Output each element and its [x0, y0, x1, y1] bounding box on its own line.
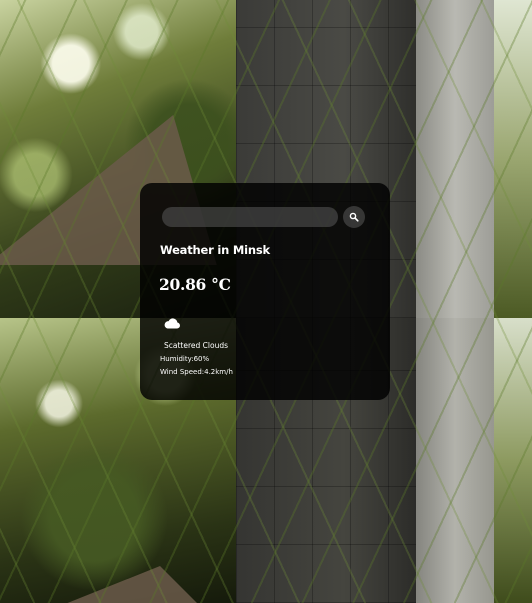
- search-input[interactable]: [162, 207, 338, 227]
- weather-description: Scattered Clouds: [164, 341, 228, 350]
- background-tile-foliage: [494, 318, 532, 603]
- search-bar: [162, 206, 366, 229]
- search-button[interactable]: [343, 206, 365, 228]
- weather-title: Weather in Minsk: [160, 243, 270, 257]
- wind-speed: Wind Speed:4.2km/h: [160, 368, 233, 376]
- temperature: 20.86 °C: [159, 275, 231, 294]
- cloud-icon: [163, 315, 181, 329]
- background-tile-wall: [416, 0, 494, 318]
- weather-card: Weather in Minsk 20.86 °C Scattered Clou…: [140, 183, 390, 400]
- search-icon: [349, 212, 359, 222]
- background-roof: [60, 566, 200, 603]
- background-tile-wall: [416, 318, 494, 603]
- humidity: Humidity:60%: [160, 355, 210, 363]
- background-tile-foliage: [494, 0, 532, 318]
